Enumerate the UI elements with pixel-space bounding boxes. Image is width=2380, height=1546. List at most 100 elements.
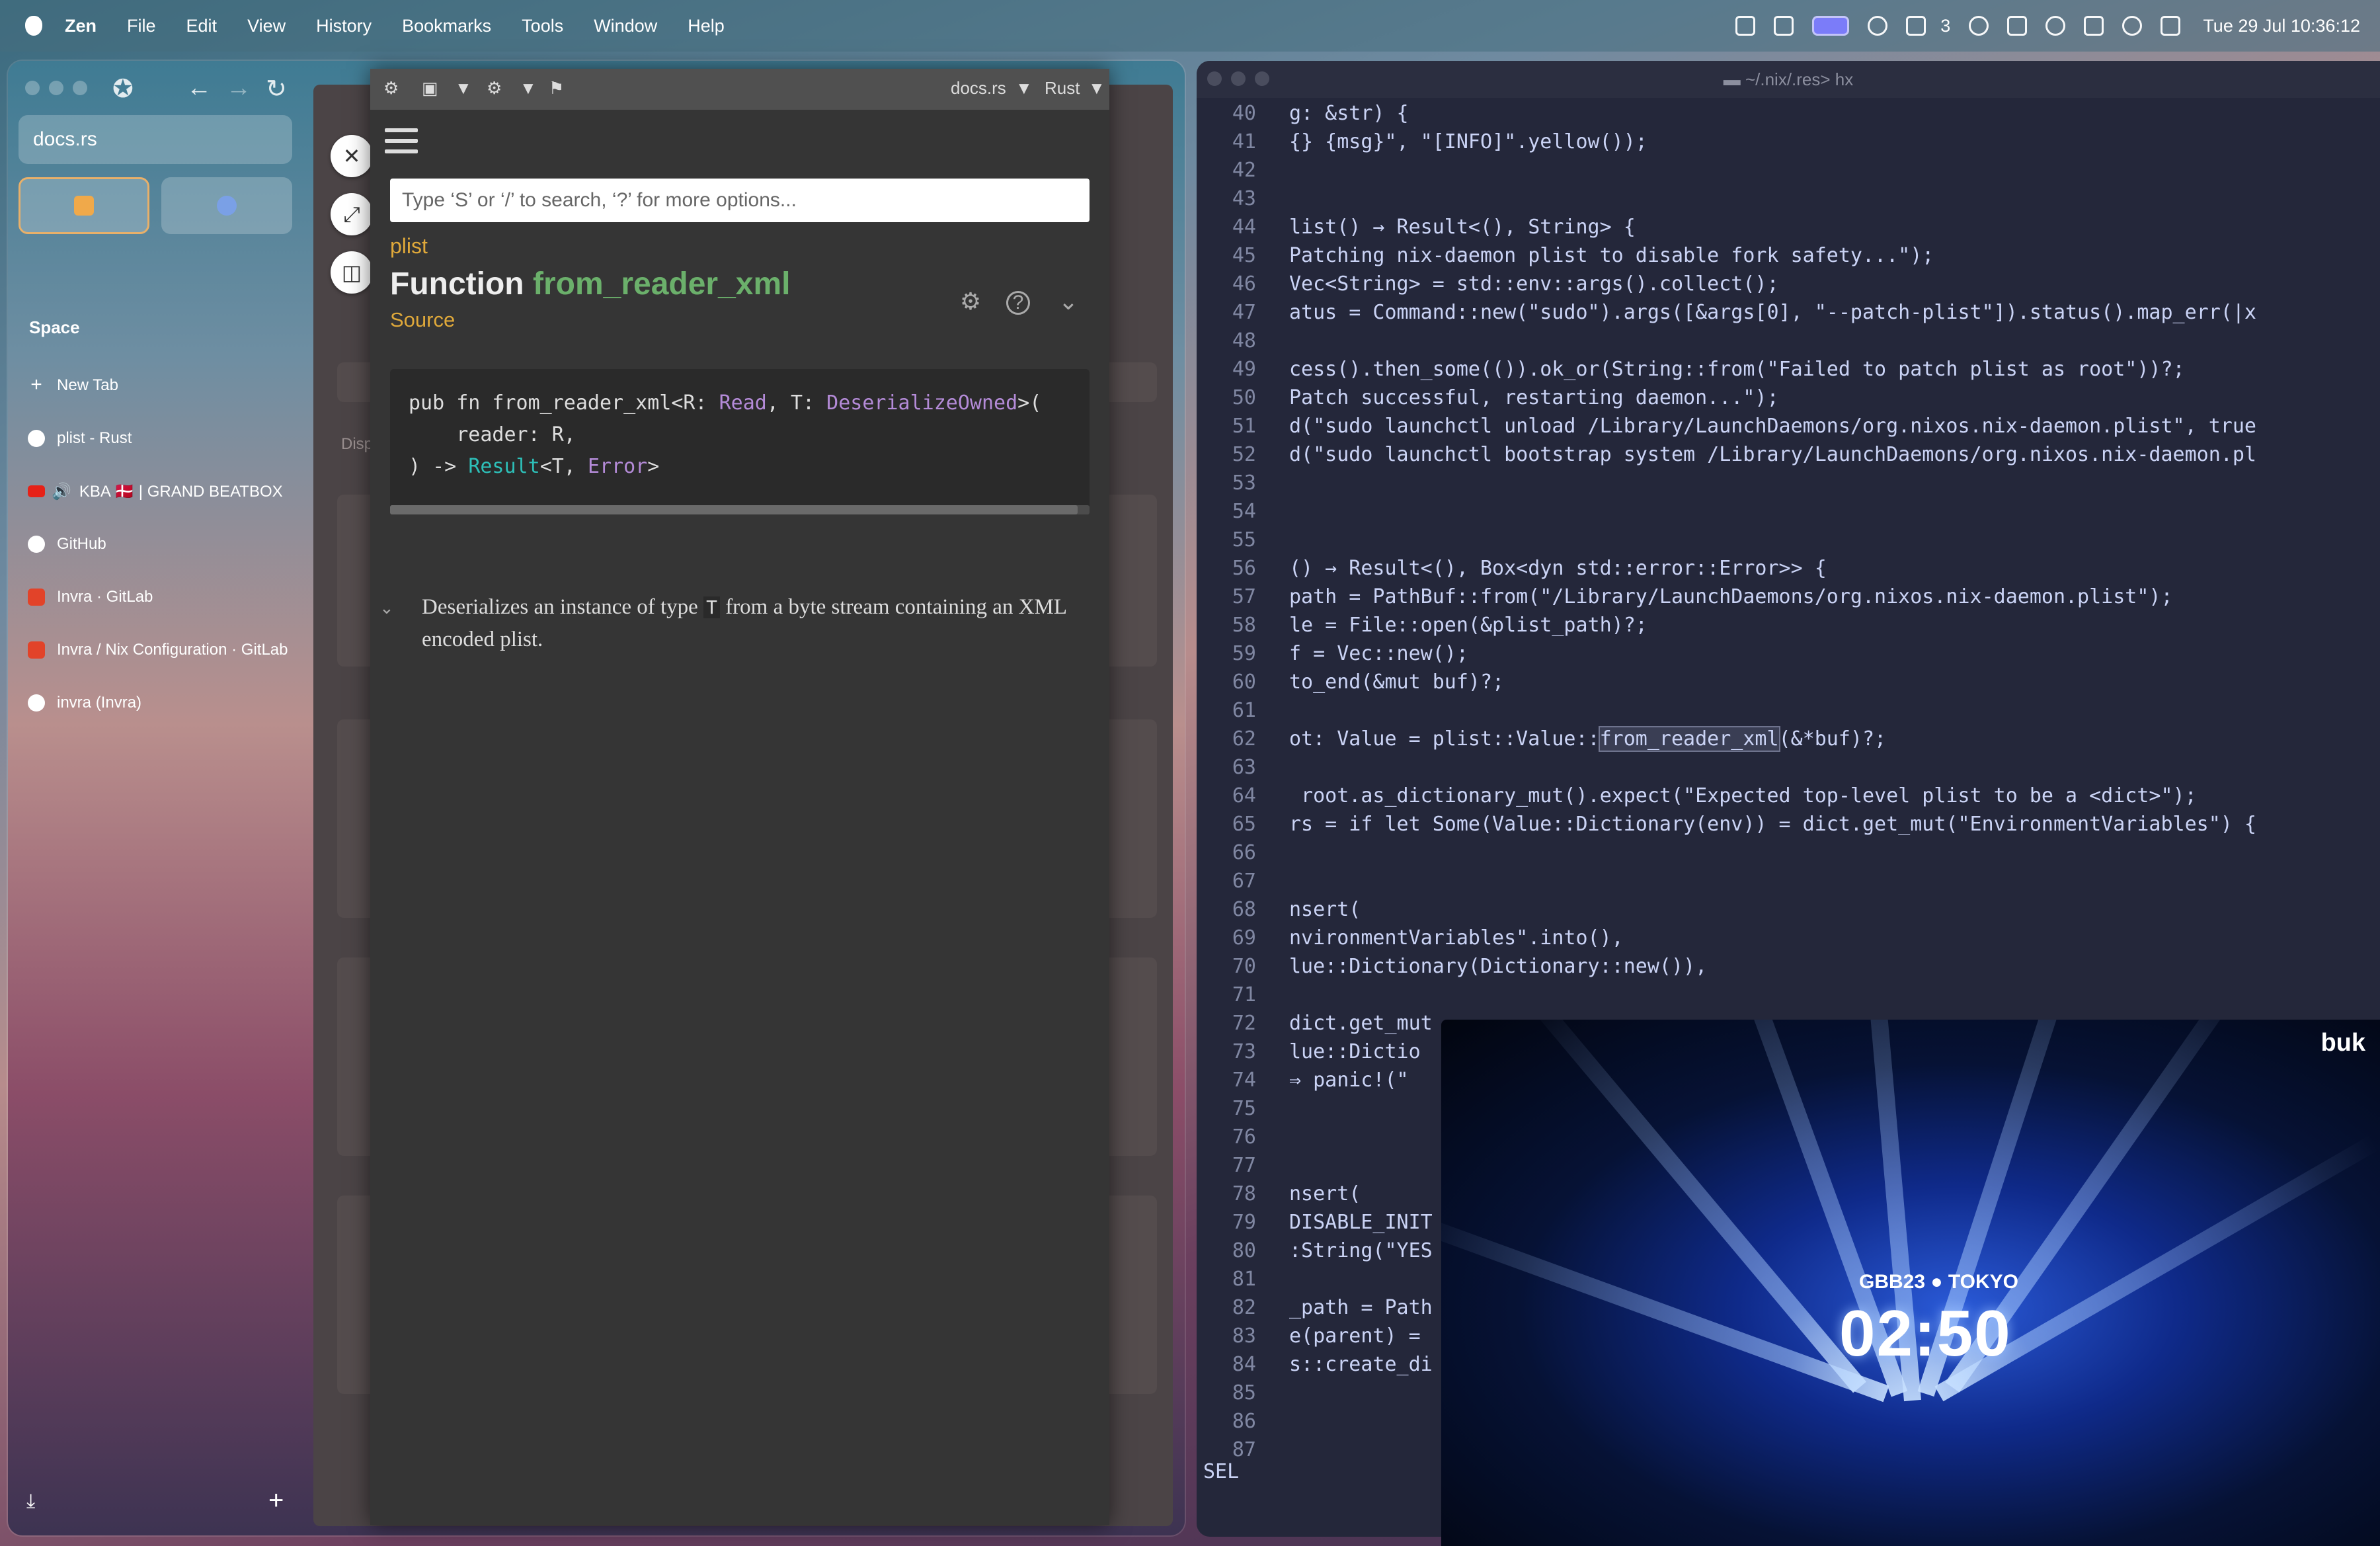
tab-youtube-kba[interactable]: 🔊 KBA 🇩🇰 | GRAND BEATBOX (28, 476, 299, 507)
code-line[interactable]: rs = if let Some(Value::Dictionary(env))… (1289, 810, 2373, 838)
clock[interactable]: Tue 29 Jul 10:36:12 (2203, 16, 2360, 36)
add-icon[interactable]: + (268, 1486, 284, 1516)
code-line[interactable]: cess().then_some(()).ok_or(String::from(… (1289, 355, 2373, 384)
close-popup-icon[interactable]: ✕ (331, 135, 373, 177)
tab-gitlab-nix-config[interactable]: Invra / Nix Configuration · GitLab (28, 635, 299, 665)
code-line[interactable]: g: &str) { (1289, 99, 2373, 128)
download-icon[interactable]: ⤓ (26, 1490, 35, 1513)
code-line[interactable]: list() → Result<(), String> { (1289, 213, 2373, 241)
menu-file[interactable]: File (127, 16, 156, 36)
help-icon[interactable]: ? (1006, 291, 1030, 315)
tab-github-invra[interactable]: invra (Invra) (28, 688, 299, 718)
zoom-window-button[interactable] (1255, 71, 1269, 86)
menu-help[interactable]: Help (688, 16, 725, 36)
code-line[interactable]: root.as_dictionary_mut().expect("Expecte… (1289, 782, 2373, 810)
screen-icon[interactable] (1735, 16, 1756, 36)
code-line[interactable]: {} {msg}", "[INFO]".yellow()); (1289, 128, 2373, 156)
forward-icon[interactable]: → (226, 74, 251, 102)
code-line[interactable]: atus = Command::new("sudo").args([&args[… (1289, 298, 2373, 327)
control-center-icon[interactable] (2161, 16, 2181, 36)
picture-in-picture-video[interactable]: buk GBB23 ● TOKYO 02:50 (1441, 1020, 2380, 1546)
code-line[interactable] (1289, 156, 2373, 184)
code-line[interactable]: nvironmentVariables".into(), (1289, 924, 2373, 952)
extensions-icon[interactable]: ✪ (112, 74, 134, 104)
code-line[interactable] (1289, 867, 2373, 895)
code-line[interactable]: Vec<String> = std::env::args().collect()… (1289, 270, 2373, 298)
code-line[interactable]: ot: Value = plist::Value::from_reader_xm… (1289, 725, 2373, 753)
dropdown-icon[interactable]: ▼ (520, 78, 537, 99)
code-line[interactable] (1289, 526, 2373, 554)
menu-window[interactable]: Window (594, 16, 657, 36)
split-view-icon[interactable]: ◫ (331, 251, 373, 294)
code-line[interactable]: Patching nix-daemon plist to disable for… (1289, 241, 2373, 270)
code-line[interactable]: d("sudo launchctl bootstrap system /Libr… (1289, 440, 2373, 469)
source-link[interactable]: Source (390, 308, 455, 332)
expand-icon[interactable]: ⤢ (331, 193, 373, 235)
menu-view[interactable]: View (247, 16, 286, 36)
menu-app-name[interactable]: Zen (65, 16, 97, 36)
code-line[interactable]: le = File::open(&plist_path)?; (1289, 611, 2373, 639)
docs-search-input[interactable]: Type ‘S’ or ‘/’ to search, ‘?’ for more … (390, 179, 1090, 222)
battery-icon[interactable] (2084, 16, 2104, 36)
code-line[interactable]: d("sudo launchctl unload /Library/Launch… (1289, 412, 2373, 440)
speaker-icon[interactable]: 🔊 (52, 482, 71, 501)
code-line[interactable] (1289, 184, 2373, 213)
minimize-window-button[interactable] (1231, 71, 1246, 86)
code-line[interactable]: Patch successful, restarting daemon...")… (1289, 384, 2373, 412)
code-line[interactable] (1289, 981, 2373, 1009)
code-line[interactable] (1289, 838, 2373, 867)
settings-icon[interactable]: ⚙ (487, 78, 502, 99)
back-icon[interactable]: ← (186, 74, 212, 102)
collapse-all-icon[interactable]: ⌄ (1055, 288, 1082, 315)
code-line[interactable]: nsert( (1289, 895, 2373, 924)
code-line[interactable]: to_end(&mut buf)?; (1289, 668, 2373, 696)
function-name: from_reader_xml (532, 266, 791, 302)
menu-edit[interactable]: Edit (186, 16, 218, 36)
tab-gitlab[interactable]: Invra · GitLab (28, 582, 299, 612)
apple-icon[interactable] (25, 16, 42, 36)
rust-logo-icon[interactable]: ⚙ (383, 78, 399, 99)
code-line[interactable]: () → Result<(), Box<dyn std::error::Erro… (1289, 554, 2373, 583)
display-icon[interactable] (1812, 16, 1850, 36)
dropdown-icon[interactable]: ▼ (455, 78, 472, 99)
code-line[interactable] (1289, 327, 2373, 355)
url-bar[interactable]: docs.rs (19, 115, 292, 164)
close-window-button[interactable] (1207, 71, 1222, 86)
code-line[interactable]: path = PathBuf::from("/Library/LaunchDae… (1289, 583, 2373, 611)
flag-icon[interactable]: ⚑ (549, 78, 564, 99)
pen-icon[interactable] (1774, 16, 1794, 36)
tab-github[interactable]: GitHub (28, 529, 299, 559)
pinned-tab-nix[interactable] (161, 177, 292, 234)
pinned-tab-rust[interactable] (19, 177, 149, 234)
selected-identifier[interactable]: from_reader_xml (1598, 726, 1780, 752)
search-icon[interactable] (2122, 16, 2143, 36)
hamburger-icon[interactable] (385, 128, 418, 157)
lightbulb-icon[interactable] (1868, 16, 1888, 36)
menu-bookmarks[interactable]: Bookmarks (402, 16, 491, 36)
tab-new-tab[interactable]: + New Tab (28, 370, 299, 401)
docs-rs-menu[interactable]: docs.rs (951, 78, 1006, 99)
reload-icon[interactable]: ↻ (266, 74, 287, 104)
code-line[interactable] (1289, 753, 2373, 782)
line-number: 56 (1232, 557, 1256, 580)
code-line[interactable] (1289, 469, 2373, 497)
play-icon[interactable] (1969, 16, 1989, 36)
code-line[interactable] (1289, 696, 2373, 725)
wifi-icon[interactable] (2045, 16, 2066, 36)
code-line[interactable]: f = Vec::new(); (1289, 639, 2373, 668)
keyboard-icon[interactable] (2007, 16, 2028, 36)
crate-link[interactable]: plist (390, 234, 428, 259)
code-line[interactable]: lue::Dictionary(Dictionary::new()), (1289, 952, 2373, 981)
tab-plist-rust[interactable]: plist - Rust (28, 423, 299, 454)
dropdown-icon[interactable]: ▼ (1015, 78, 1033, 99)
code-line[interactable] (1289, 497, 2373, 526)
usb-icon[interactable] (1906, 16, 1926, 36)
rust-menu[interactable]: Rust (1045, 78, 1080, 99)
menu-tools[interactable]: Tools (522, 16, 563, 36)
menu-history[interactable]: History (316, 16, 372, 36)
gear-icon[interactable]: ⚙ (957, 288, 984, 315)
horizontal-scrollbar[interactable] (390, 505, 1090, 514)
crate-icon[interactable]: ▣ (422, 78, 438, 99)
chevron-down-icon[interactable]: ⌄ (379, 598, 394, 618)
dropdown-icon[interactable]: ▼ (1088, 78, 1105, 99)
